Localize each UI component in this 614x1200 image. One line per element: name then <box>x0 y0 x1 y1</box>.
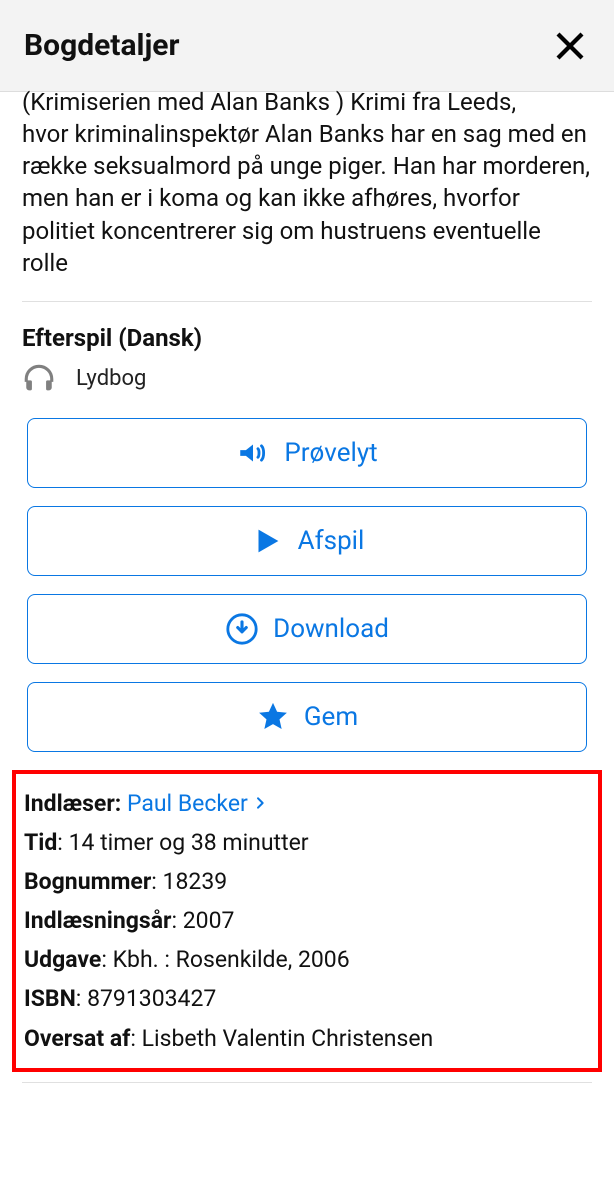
preview-button[interactable]: Prøvelyt <box>27 418 587 488</box>
meta-label: Bognummer <box>24 868 151 895</box>
save-button[interactable]: Gem <box>27 682 587 752</box>
close-icon <box>552 28 588 64</box>
meta-row-recording-year: Indlæsningsår: 2007 <box>24 901 590 940</box>
meta-value: 18239 <box>163 868 228 895</box>
meta-label: Tid <box>24 829 57 856</box>
section-title: Efterspil (Dansk) <box>22 324 592 352</box>
meta-value: 8791303427 <box>87 985 216 1012</box>
media-type-row: Lydbog <box>22 362 592 396</box>
download-icon <box>225 612 259 646</box>
headphones-icon <box>22 362 56 396</box>
meta-value: 2007 <box>183 907 235 934</box>
description-prev-line: (Krimiserien med Alan Banks ) Krimi fra … <box>22 86 592 118</box>
chevron-right-icon <box>252 795 268 811</box>
narrator-link[interactable]: Paul Becker <box>127 784 268 823</box>
meta-label: Indlæsningsår <box>24 907 171 934</box>
page-title: Bogdetaljer <box>24 28 179 63</box>
meta-value: Lisbeth Valentin Christensen <box>142 1025 434 1052</box>
preview-label: Prøvelyt <box>284 438 377 468</box>
edition-section: Efterspil (Dansk) Lydbog <box>0 324 614 396</box>
close-button[interactable] <box>550 26 590 66</box>
metadata-box: Indlæser: Paul Becker Tid: 14 timer og 3… <box>12 770 602 1072</box>
media-type-label: Lydbog <box>76 366 146 391</box>
meta-row-edition: Udgave: Kbh. : Rosenkilde, 2006 <box>24 940 590 979</box>
meta-label: Oversat af <box>24 1025 130 1052</box>
divider <box>22 301 592 302</box>
meta-row-narrator: Indlæser: Paul Becker <box>24 784 590 823</box>
content: (Krimiserien med Alan Banks ) Krimi fra … <box>0 86 614 1083</box>
divider <box>22 1082 592 1083</box>
meta-label: Udgave <box>24 946 101 973</box>
meta-label: ISBN <box>24 985 76 1012</box>
narrator-name: Paul Becker <box>127 784 248 823</box>
download-label: Download <box>273 614 389 644</box>
description-body: hvor kriminalinspektør Alan Banks har en… <box>22 120 590 277</box>
meta-value: 14 timer og 38 minutter <box>69 829 309 856</box>
play-button[interactable]: Afspil <box>27 506 587 576</box>
header: Bogdetaljer <box>0 0 614 92</box>
play-label: Afspil <box>298 526 365 556</box>
action-buttons: Prøvelyt Afspil Download Gem <box>0 418 614 752</box>
meta-value: Kbh. : Rosenkilde, 2006 <box>113 946 350 973</box>
star-icon <box>256 700 290 734</box>
volume-icon <box>236 436 270 470</box>
meta-row-time: Tid: 14 timer og 38 minutter <box>24 823 590 862</box>
meta-row-translator: Oversat af: Lisbeth Valentin Christensen <box>24 1019 590 1058</box>
meta-row-isbn: ISBN: 8791303427 <box>24 979 590 1018</box>
download-button[interactable]: Download <box>27 594 587 664</box>
meta-row-booknum: Bognummer: 18239 <box>24 862 590 901</box>
play-icon <box>250 524 284 558</box>
save-label: Gem <box>304 702 358 732</box>
book-description: (Krimiserien med Alan Banks ) Krimi fra … <box>0 86 614 279</box>
meta-label: Indlæser <box>24 790 115 817</box>
